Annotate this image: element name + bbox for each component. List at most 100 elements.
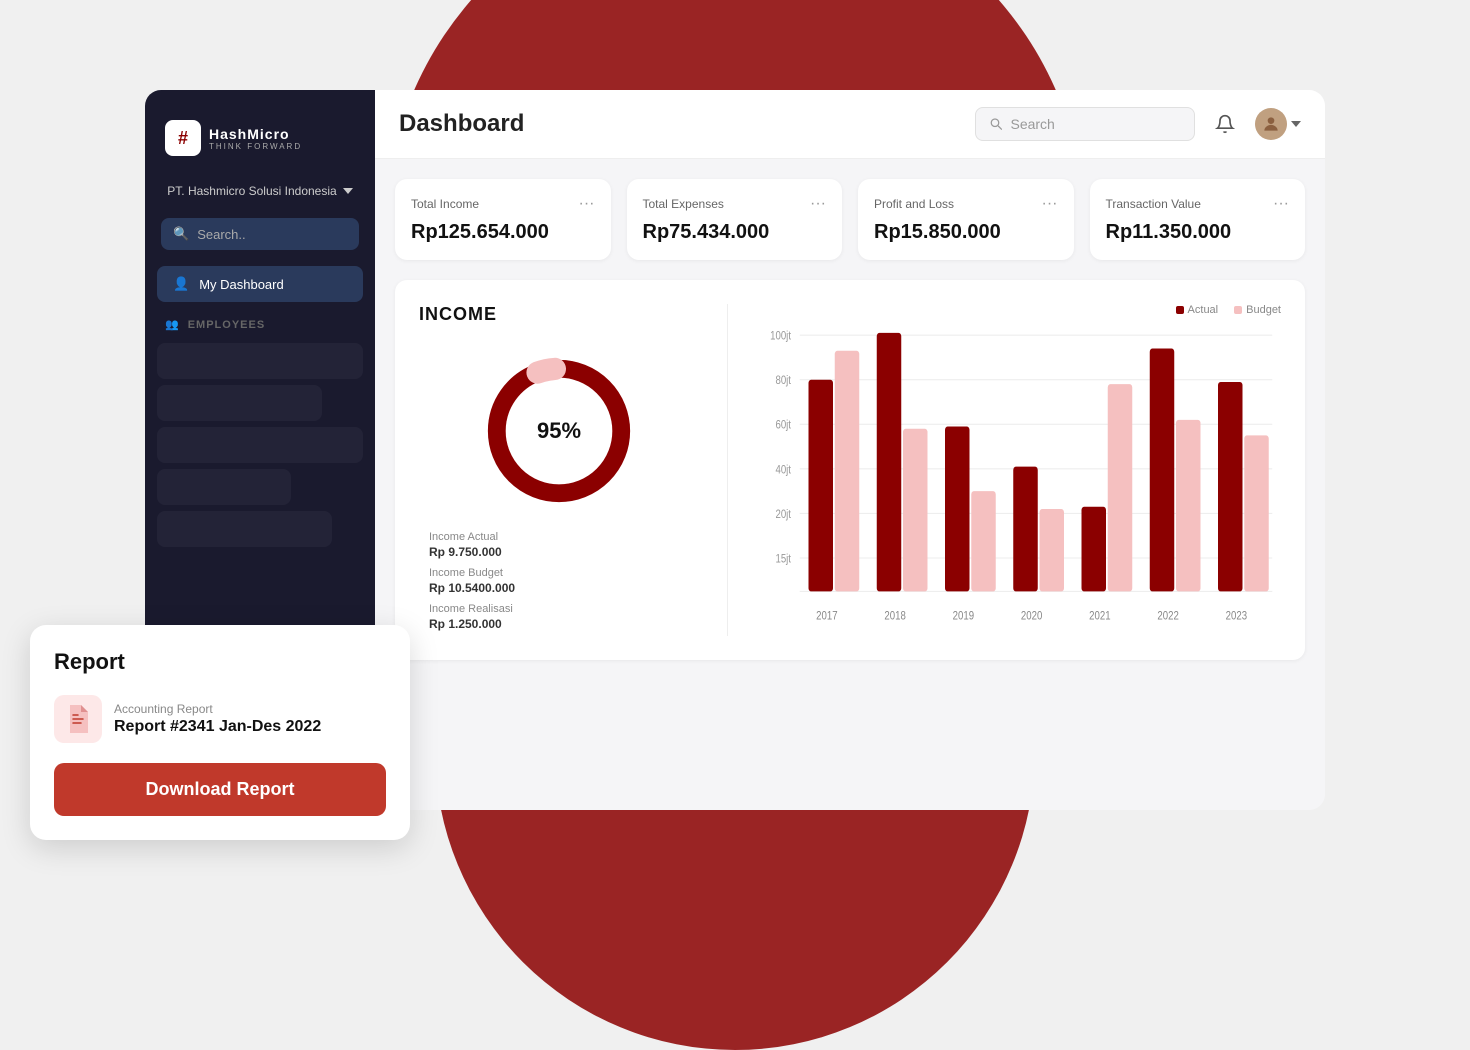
kpi-label-3: Transaction Value	[1106, 197, 1201, 211]
report-details: Accounting Report Report #2341 Jan-Des 2…	[114, 702, 321, 736]
legend-value-2: Rp 1.250.000	[429, 617, 515, 631]
svg-text:40jt: 40jt	[775, 463, 791, 476]
kpi-value-3: Rp11.350.000	[1106, 221, 1290, 244]
main-content: Dashboard	[375, 90, 1325, 810]
nav-item-5[interactable]	[157, 511, 332, 547]
svg-text:2022: 2022	[1157, 609, 1178, 622]
avatar-icon	[1261, 114, 1281, 134]
kpi-label-2: Profit and Loss	[874, 197, 954, 211]
logo-tagline: THINK FORWARD	[209, 142, 302, 151]
bell-icon	[1215, 114, 1235, 134]
svg-text:2018: 2018	[884, 609, 905, 622]
legend-value-1: Rp 10.5400.000	[429, 581, 515, 595]
header-search-input[interactable]	[1010, 116, 1180, 132]
search-icon: 🔍	[173, 226, 189, 242]
svg-text:2017: 2017	[816, 609, 837, 622]
kpi-value-0: Rp125.654.000	[411, 221, 595, 244]
kpi-label-1: Total Expenses	[643, 197, 724, 211]
avatar	[1255, 108, 1287, 140]
kpi-card-total-expenses: Total Expenses ··· Rp75.434.000	[627, 179, 843, 260]
file-icon	[66, 705, 90, 733]
report-card-title: Report	[54, 649, 386, 675]
company-selector[interactable]: PT. Hashmicro Solusi Indonesia	[145, 176, 375, 206]
header: Dashboard	[375, 90, 1325, 159]
budget-label: Budget	[1246, 304, 1281, 316]
actual-dot	[1176, 306, 1184, 314]
sidebar-item-my-dashboard[interactable]: 👤 My Dashboard	[157, 266, 363, 302]
kpi-card-transaction-value: Transaction Value ··· Rp11.350.000	[1090, 179, 1306, 260]
svg-text:2019: 2019	[953, 609, 974, 622]
svg-text:100jt: 100jt	[770, 330, 791, 343]
income-title: INCOME	[419, 304, 497, 325]
legend-label-1: Income Budget	[429, 567, 515, 579]
kpi-value-1: Rp75.434.000	[643, 221, 827, 244]
svg-text:80jt: 80jt	[775, 374, 791, 387]
sidebar-logo: # HashMicro THINK FORWARD	[145, 110, 375, 176]
kpi-value-2: Rp15.850.000	[874, 221, 1058, 244]
legend-item-2: Income Realisasi Rp 1.250.000	[429, 603, 515, 631]
income-right: Actual Budget	[756, 304, 1281, 636]
report-name: Report #2341 Jan-Des 2022	[114, 718, 321, 736]
legend-budget: Budget	[1234, 304, 1281, 316]
dashboard-icon: 👤	[173, 276, 189, 292]
bar-chart-svg: 100jt 80jt 60jt 40jt 20jt 15jt	[756, 324, 1281, 636]
nav-item-4[interactable]	[157, 469, 291, 505]
notification-bell[interactable]	[1207, 106, 1243, 142]
svg-text:2023: 2023	[1226, 609, 1247, 622]
sidebar-search-input[interactable]	[197, 227, 347, 242]
sidebar-item-label: My Dashboard	[199, 277, 284, 292]
logo-icon: #	[165, 120, 201, 156]
page-title: Dashboard	[399, 110, 524, 138]
svg-text:60jt: 60jt	[775, 419, 791, 432]
logo-name: HashMicro	[209, 126, 302, 142]
kpi-more-2[interactable]: ···	[1042, 195, 1058, 213]
kpi-card-profit-loss: Profit and Loss ··· Rp15.850.000	[858, 179, 1074, 260]
avatar-chevron-icon	[1291, 121, 1301, 127]
kpi-more-0[interactable]: ···	[579, 195, 595, 213]
budget-dot	[1234, 306, 1242, 314]
divider	[727, 304, 728, 636]
report-info: Accounting Report Report #2341 Jan-Des 2…	[54, 695, 386, 743]
kpi-grid: Total Income ··· Rp125.654.000 Total Exp…	[395, 179, 1305, 260]
svg-text:2021: 2021	[1089, 609, 1110, 622]
dashboard-content: Total Income ··· Rp125.654.000 Total Exp…	[375, 159, 1325, 810]
employees-icon: 👥	[165, 318, 180, 331]
legend-actual: Actual	[1176, 304, 1219, 316]
svg-text:15jt: 15jt	[775, 552, 791, 565]
income-left: INCOME 95%	[419, 304, 699, 636]
svg-text:2020: 2020	[1021, 609, 1042, 622]
user-avatar-container[interactable]	[1255, 108, 1301, 140]
chart-legend: Actual Budget	[756, 304, 1281, 316]
report-card: Report Accounting Report Report #2341 Ja…	[30, 625, 410, 840]
legend-value-0: Rp 9.750.000	[429, 545, 515, 559]
svg-text:20jt: 20jt	[775, 508, 791, 521]
nav-item-1[interactable]	[157, 343, 363, 379]
kpi-card-total-income: Total Income ··· Rp125.654.000	[395, 179, 611, 260]
income-section: INCOME 95%	[395, 280, 1305, 660]
sidebar-nav-items	[145, 343, 375, 547]
kpi-more-1[interactable]: ···	[810, 195, 826, 213]
kpi-label-0: Total Income	[411, 197, 479, 211]
nav-item-3[interactable]	[157, 427, 363, 463]
legend-label-2: Income Realisasi	[429, 603, 515, 615]
actual-label: Actual	[1188, 304, 1219, 316]
header-search-bar[interactable]	[975, 107, 1195, 141]
kpi-more-3[interactable]: ···	[1273, 195, 1289, 213]
download-report-button[interactable]: Download Report	[54, 763, 386, 816]
donut-chart: 95%	[479, 351, 639, 511]
chevron-down-icon	[343, 188, 353, 194]
income-legend: Income Actual Rp 9.750.000 Income Budget…	[419, 531, 515, 631]
legend-label-0: Income Actual	[429, 531, 515, 543]
report-icon	[54, 695, 102, 743]
nav-item-2[interactable]	[157, 385, 322, 421]
donut-percent: 95%	[537, 418, 581, 444]
section-label: EMPLOYEES	[188, 319, 265, 331]
bar-chart-container: 100jt 80jt 60jt 40jt 20jt 15jt	[756, 324, 1281, 636]
sidebar-search-container[interactable]: 🔍	[161, 218, 359, 250]
logo-text: HashMicro THINK FORWARD	[209, 126, 302, 151]
header-right	[975, 106, 1301, 142]
company-name: PT. Hashmicro Solusi Indonesia	[167, 184, 336, 198]
search-icon	[990, 117, 1002, 131]
report-type: Accounting Report	[114, 702, 321, 716]
legend-item-0: Income Actual Rp 9.750.000	[429, 531, 515, 559]
